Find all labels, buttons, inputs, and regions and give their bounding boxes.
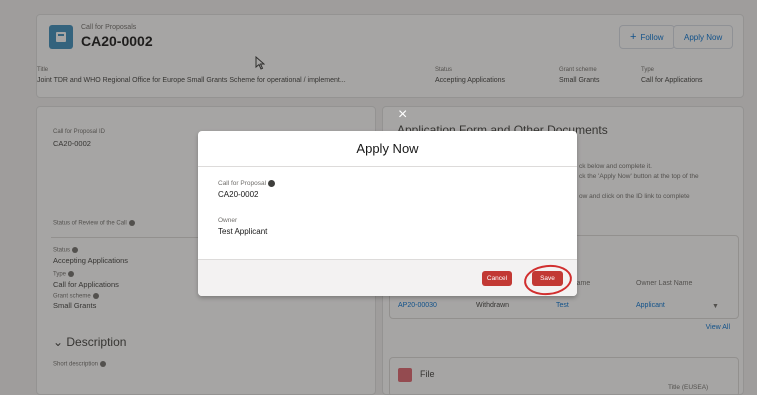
owner-value: Test Applicant [218, 227, 268, 236]
modal-footer: Cancel Save [198, 259, 577, 296]
call-for-proposal-value: CA20-0002 [218, 190, 259, 199]
close-icon[interactable]: × [398, 107, 407, 123]
apply-now-modal: Apply Now Call for Proposal CA20-0002 Ow… [198, 131, 577, 296]
info-icon [268, 180, 276, 187]
owner-label: Owner [218, 217, 238, 224]
modal-title: Apply Now [356, 141, 419, 156]
call-for-proposal-label: Call for Proposal [218, 180, 276, 187]
modal-header: Apply Now [198, 131, 577, 167]
cancel-button[interactable]: Cancel [482, 271, 512, 286]
